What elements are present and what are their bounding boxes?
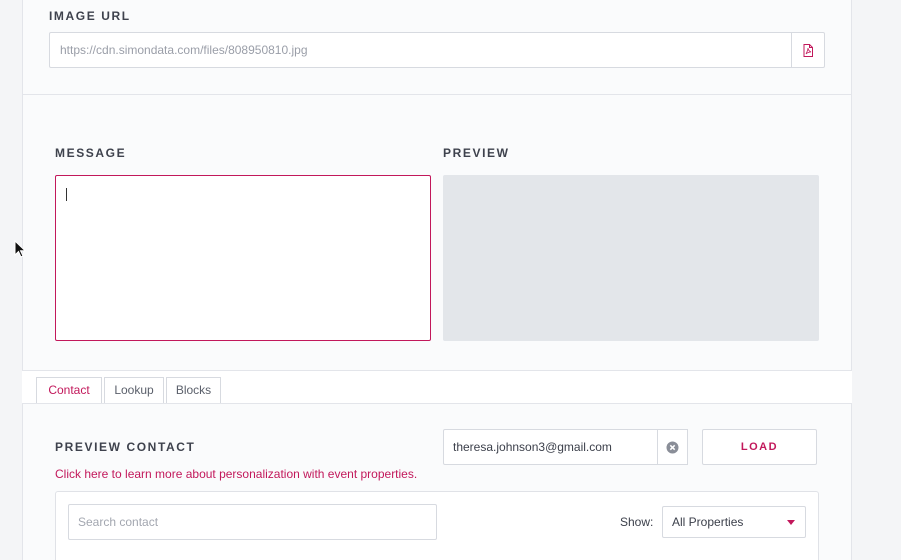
clear-contact-button[interactable]	[657, 429, 688, 465]
mouse-cursor-icon	[14, 240, 26, 258]
tab-contact[interactable]: Contact	[36, 377, 102, 403]
search-contact-input[interactable]: Search contact	[68, 504, 437, 540]
show-properties-select[interactable]: All Properties	[662, 506, 806, 538]
load-button[interactable]: LOAD	[702, 429, 817, 465]
text-caret	[66, 188, 67, 201]
message-textarea[interactable]	[55, 175, 431, 341]
tab-blocks[interactable]: Blocks	[166, 377, 221, 403]
tab-lookup[interactable]: Lookup	[104, 377, 164, 403]
image-url-input[interactable]: https://cdn.simondata.com/files/80895081…	[49, 32, 792, 68]
preview-label: PREVIEW	[443, 146, 510, 160]
personalization-help-link[interactable]: Click here to learn more about personali…	[55, 467, 417, 481]
message-label: MESSAGE	[55, 146, 127, 160]
show-properties-value: All Properties	[672, 515, 744, 529]
pdf-file-icon	[803, 43, 813, 57]
message-preview	[443, 175, 819, 341]
preview-contact-label: PREVIEW CONTACT	[55, 440, 196, 454]
chevron-down-icon	[787, 520, 795, 525]
section-divider	[22, 94, 852, 95]
image-picker-button[interactable]	[791, 32, 825, 68]
clear-circle-icon	[666, 441, 679, 453]
show-label: Show:	[620, 515, 654, 529]
image-url-label: IMAGE URL	[49, 9, 131, 23]
contact-email-input[interactable]: theresa.johnson3@gmail.com	[443, 429, 658, 465]
